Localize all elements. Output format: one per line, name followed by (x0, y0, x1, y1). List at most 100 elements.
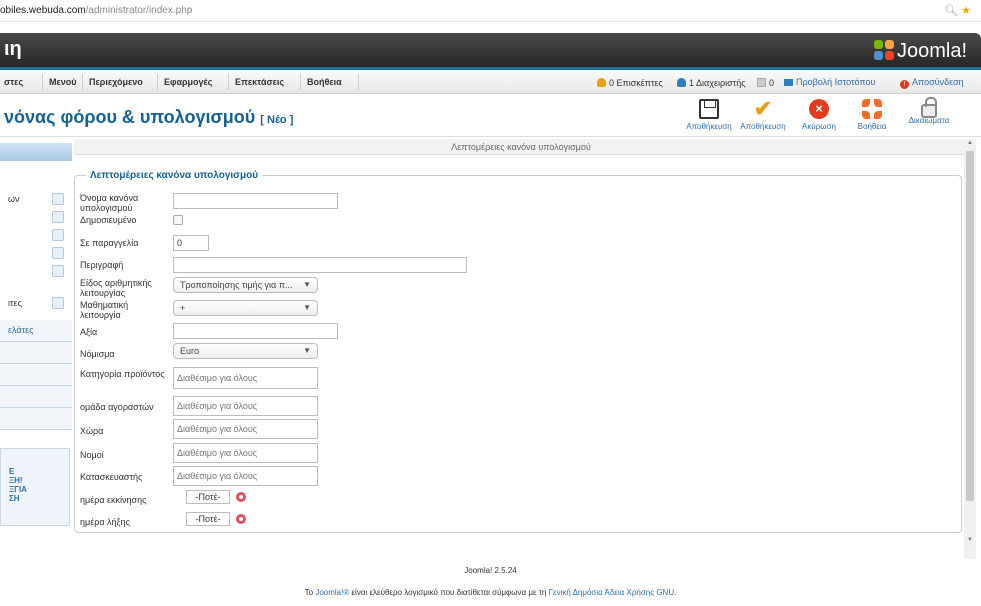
dropdown-arrow-icon: ▼ (303, 303, 311, 312)
visitors-status: 0 Επισκέπτες (597, 77, 663, 88)
scroll-down-icon[interactable]: ▼ (967, 537, 973, 543)
sidebar-item-icon (52, 211, 64, 223)
footer-version: Joomla! 2.5.24 (464, 566, 517, 575)
sidebar-item[interactable]: ιτες (0, 295, 72, 313)
menu-divider (228, 74, 229, 90)
save-close-button[interactable]: ✔ Αποθήκευση (736, 96, 790, 135)
sidebar-section-customers[interactable]: ελάτες (0, 320, 72, 342)
joomla-logo-icon (873, 40, 894, 60)
sidebar-item-icon (52, 265, 64, 277)
sidebar-item[interactable] (0, 227, 72, 245)
menu-divider (358, 74, 359, 90)
menu-menus[interactable]: Μενού (49, 77, 77, 87)
currency-label: Νόμισμα (80, 349, 115, 359)
main-menu-bar: στες Μενού Περιεχόμενο Εφαρμογές Επεκτάσ… (0, 70, 981, 94)
sidebar-item[interactable]: ων (0, 191, 72, 209)
shopper-label: ομάδα αγοραστών (80, 402, 154, 412)
category-input[interactable] (173, 367, 318, 389)
permissions-button[interactable]: Δικαιώματα (902, 97, 956, 135)
country-input[interactable] (173, 419, 318, 439)
mail-icon (757, 78, 766, 87)
menu-divider (42, 74, 43, 90)
state-label: Νομοί (80, 450, 104, 460)
value-label: Αξία (80, 327, 98, 337)
sidebar-section[interactable] (0, 408, 72, 430)
dropdown-arrow-icon: ▼ (303, 346, 311, 355)
view-site-link[interactable]: Προβολή Ιστοτόπου (784, 77, 875, 87)
admin-icon (677, 78, 686, 87)
save-button[interactable]: Αποθήκευση (682, 99, 736, 135)
state-input[interactable] (173, 443, 318, 463)
rule-name-input[interactable] (173, 193, 338, 209)
joomla-logo: Joomla! (873, 37, 967, 63)
admins-status: 1 Διαχειριστής (677, 77, 746, 88)
sidebar-item[interactable] (0, 263, 72, 281)
menu-divider (300, 74, 301, 90)
footer-license: Το Joomla!® είναι ελεύθερο λογισμικό που… (304, 588, 677, 597)
browser-address-bar[interactable]: obiles.webuda.com/administrator/index.ph… (0, 0, 981, 22)
check-icon: ✔ (753, 96, 773, 121)
content-scrollbar[interactable]: ▲ ▼ (964, 139, 976, 559)
monitor-icon (784, 79, 793, 86)
gnu-license-link[interactable]: Γενική Δημόσια Άδεια Χρήσης GNU (549, 588, 675, 597)
op-type-select[interactable]: Τροποποίησης τιμής για π... ▼ (173, 277, 318, 293)
joomla-link[interactable]: Joomla!® (315, 588, 349, 597)
category-label: Κατηγορία προϊόντος (80, 369, 165, 379)
menu-components[interactable]: Εφαρμογές (164, 77, 212, 87)
star-icon[interactable]: ★ (961, 5, 971, 17)
sidebar-promo-box[interactable]: E ΞΗ! ΞΓΙΑ ΣΗ (0, 448, 70, 526)
currency-select[interactable]: Euro ▼ (173, 343, 318, 359)
published-label: Δημοσιευμένο (80, 215, 137, 225)
cancel-icon: × (809, 99, 829, 119)
sidebar-item[interactable] (0, 209, 72, 227)
sidebar-item-icon (52, 247, 64, 259)
new-badge: [ Νέο ] (260, 114, 294, 126)
menu-help[interactable]: Βοήθεια (307, 77, 342, 87)
logout-link[interactable]: ! Αποσύνδεση (900, 77, 964, 89)
menu-extensions[interactable]: Επεκτάσεις (235, 77, 284, 87)
site-title: ιη (4, 38, 22, 60)
calendar-icon[interactable] (236, 514, 246, 524)
help-button[interactable]: Βοήθεια (845, 99, 899, 135)
toolbar: νόνας φόρου & υπολογισμού [ Νέο ] Αποθήκ… (0, 95, 981, 137)
sidebar-item-icon (52, 229, 64, 241)
sidebar-section[interactable] (0, 364, 72, 386)
math-op-label: Μαθηματική λειτουργία (80, 300, 129, 320)
sidebar-section[interactable] (0, 386, 72, 408)
menu-users[interactable]: στες (4, 77, 23, 87)
calendar-icon[interactable] (236, 492, 246, 502)
ordering-label: Σε παραγγελία (80, 238, 139, 248)
sidebar-item[interactable] (0, 245, 72, 263)
sidebar-item-icon (52, 297, 64, 309)
end-date-input[interactable] (186, 512, 230, 526)
math-op-select[interactable]: + ▼ (173, 300, 318, 316)
country-label: Χώρα (80, 426, 104, 436)
help-icon (862, 99, 882, 119)
sidebar: ων ιτες ελάτες E ΞΗ! ΞΓΙΑ ΣΗ (0, 140, 72, 570)
url-text[interactable]: obiles.webuda.com/administrator/index.ph… (0, 0, 192, 22)
description-input[interactable] (173, 257, 467, 273)
messages-status[interactable]: 0 (757, 77, 774, 88)
menu-content[interactable]: Περιεχόμενο (89, 77, 143, 87)
zoom-icon[interactable]: 🔍︎ (944, 5, 958, 17)
page-title: νόνας φόρου & υπολογισμού [ Νέο ] (4, 107, 294, 127)
menu-divider (157, 74, 158, 90)
admin-header: ιη Joomla! (0, 33, 981, 70)
save-icon (699, 99, 719, 119)
lock-icon (921, 97, 937, 118)
shopper-input[interactable] (173, 396, 318, 416)
ordering-input[interactable] (173, 235, 209, 251)
sidebar-section[interactable] (0, 342, 72, 364)
end-date-label: ημέρα λήξης (80, 517, 130, 527)
scroll-up-icon[interactable]: ▲ (967, 140, 973, 146)
start-date-label: ημέρα εκκίνησης (80, 495, 147, 505)
cancel-button[interactable]: × Ακύρωση (792, 99, 846, 135)
start-date-input[interactable] (186, 490, 230, 504)
published-checkbox[interactable] (173, 215, 183, 225)
scrollbar-thumb[interactable] (966, 151, 974, 501)
users-icon (597, 78, 606, 87)
sidebar-item-icon (52, 193, 64, 205)
value-input[interactable] (173, 323, 338, 339)
logout-icon: ! (900, 80, 909, 89)
manufacturer-input[interactable] (173, 466, 318, 486)
